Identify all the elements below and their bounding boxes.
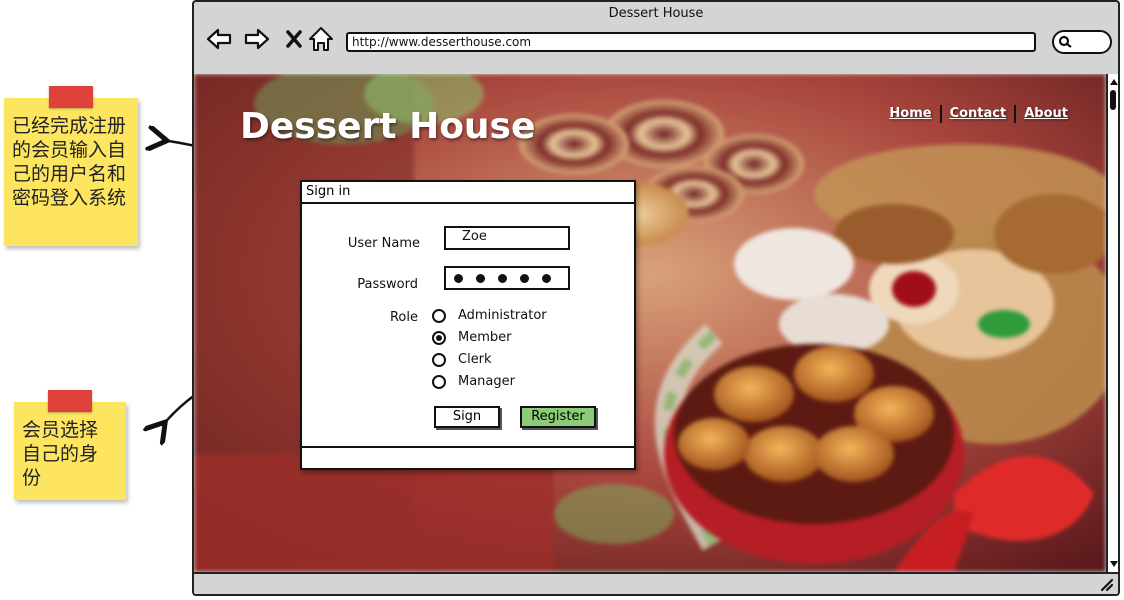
role-option-label: Clerk bbox=[458, 352, 492, 367]
role-option-manager[interactable]: Manager bbox=[432, 374, 515, 389]
top-navigation: Home Contact About bbox=[881, 105, 1076, 123]
password-label: Password bbox=[357, 277, 418, 292]
password-dot bbox=[476, 273, 485, 283]
dialog-footer bbox=[302, 446, 634, 468]
sign-in-dialog: Sign in User Name Zoe Password Role Admi… bbox=[300, 180, 636, 470]
search-icon bbox=[1058, 35, 1072, 48]
radio-button[interactable] bbox=[432, 308, 446, 323]
register-button[interactable]: Register bbox=[520, 406, 596, 428]
scroll-down-icon[interactable] bbox=[1108, 558, 1120, 570]
password-mask bbox=[446, 268, 568, 288]
radio-button[interactable] bbox=[432, 374, 446, 389]
role-option-label: Manager bbox=[458, 374, 515, 389]
home-icon[interactable] bbox=[306, 24, 336, 54]
dialog-title: Sign in bbox=[302, 182, 634, 204]
username-input[interactable]: Zoe bbox=[444, 226, 570, 250]
address-bar[interactable]: http://www.desserthouse.com bbox=[346, 32, 1036, 52]
role-option-member[interactable]: Member bbox=[432, 330, 511, 345]
window-title: Dessert House bbox=[608, 6, 704, 21]
radio-button[interactable] bbox=[432, 352, 446, 367]
vertical-scrollbar[interactable] bbox=[1106, 74, 1120, 572]
password-dot bbox=[520, 273, 529, 283]
role-option-clerk[interactable]: Clerk bbox=[432, 352, 492, 367]
sign-button[interactable]: Sign bbox=[434, 406, 500, 428]
password-input[interactable] bbox=[444, 266, 570, 290]
role-option-label: Administrator bbox=[458, 308, 547, 323]
role-option-administrator[interactable]: Administrator bbox=[432, 308, 547, 323]
username-label: User Name bbox=[347, 236, 420, 251]
resize-grip-icon[interactable] bbox=[1098, 576, 1114, 592]
status-bar bbox=[194, 572, 1118, 594]
nav-home-link[interactable]: Home bbox=[881, 106, 939, 123]
password-dot bbox=[498, 273, 507, 283]
scroll-thumb[interactable] bbox=[1110, 90, 1116, 110]
nav-about-link[interactable]: About bbox=[1016, 106, 1076, 123]
page-viewport: Dessert House Home Contact About Sign in… bbox=[194, 74, 1106, 572]
forward-arrow-icon[interactable] bbox=[242, 24, 272, 54]
role-label: Role bbox=[389, 310, 418, 325]
scroll-up-icon[interactable] bbox=[1108, 76, 1120, 88]
role-option-label: Member bbox=[458, 330, 512, 345]
nav-contact-link[interactable]: Contact bbox=[942, 106, 1015, 123]
site-title: Dessert House bbox=[240, 106, 536, 147]
search-box[interactable] bbox=[1052, 30, 1112, 54]
back-arrow-icon[interactable] bbox=[204, 24, 234, 54]
browser-window: Dessert House http://www.desserthouse.co… bbox=[192, 0, 1120, 596]
radio-button-selected[interactable] bbox=[432, 330, 446, 345]
password-dot bbox=[454, 273, 463, 283]
password-dot bbox=[542, 273, 551, 283]
